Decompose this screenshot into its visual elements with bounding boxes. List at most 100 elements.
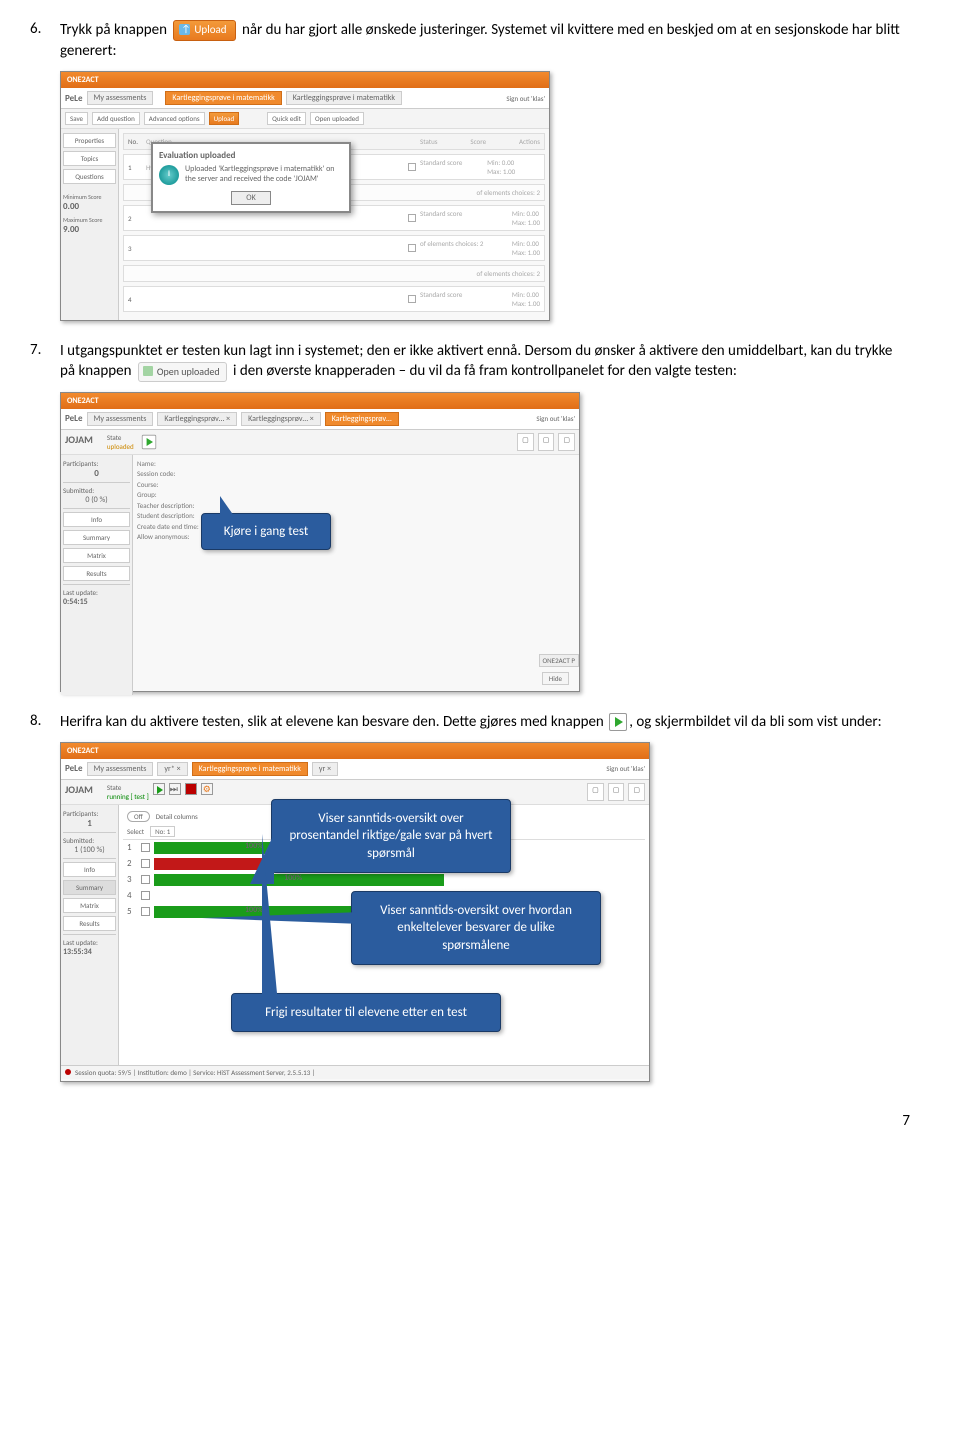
callout-start-test: Kjøre i gang test [201, 513, 331, 550]
plus-icon[interactable] [408, 163, 416, 171]
row-checkbox[interactable] [141, 891, 150, 900]
question-row[interactable]: 4 Standard score Min: 0.00Max: 1.00 [123, 286, 545, 312]
side-matrix[interactable]: Matrix [63, 548, 130, 563]
window-icon[interactable]: ▢ [517, 433, 534, 451]
side-results[interactable]: Results [63, 916, 116, 931]
next-icon[interactable]: ⏭ [169, 783, 181, 795]
step8-number: 8. [30, 712, 60, 732]
release-icon[interactable]: ⚙ [201, 783, 213, 795]
detail-row: Group: [137, 490, 575, 501]
nav-my-assessments[interactable]: My assessments [87, 91, 154, 105]
side-summary[interactable]: Summary [63, 880, 116, 895]
nav-my-assessments[interactable]: My assessments [87, 762, 154, 776]
minus-icon[interactable] [408, 214, 416, 222]
tab-1[interactable]: yr* × [157, 762, 187, 776]
brand-logo: ONE2ACT [67, 75, 99, 85]
last-update-value: 0:54:15 [63, 597, 130, 607]
side-properties[interactable]: Properties [63, 133, 116, 148]
row-checkbox[interactable] [141, 907, 150, 916]
dialog-title: Evaluation uploaded [159, 150, 343, 161]
signout-link[interactable]: Sign out 'klas' [536, 414, 575, 423]
nav-my-assessments[interactable]: My assessments [87, 412, 154, 426]
tab-3[interactable]: yr × [312, 762, 338, 776]
status-dot-icon [65, 1069, 71, 1075]
play-icon[interactable] [153, 783, 165, 795]
detail-row: Teacher description: [137, 501, 575, 512]
last-update-label: Last update: [63, 588, 130, 597]
side-info[interactable]: Info [63, 512, 130, 527]
window-icon[interactable]: ▢ [587, 783, 604, 801]
window-icon[interactable]: ▢ [538, 433, 555, 451]
tab-2[interactable]: Kartleggingsprøv… × [241, 412, 321, 426]
col-status: Status [420, 137, 438, 146]
row-checkbox[interactable] [141, 875, 150, 884]
plus-icon[interactable] [408, 295, 416, 303]
question-row[interactable]: 3 of elements choices: 2 Min: 0.00Max: 1… [123, 235, 545, 261]
stop-icon[interactable] [185, 783, 197, 795]
tab-1[interactable]: Kartleggingsprøv… × [157, 412, 237, 426]
detail-columns-label: Detail columns [156, 812, 198, 821]
corner-label: ONE2ACT P [539, 654, 580, 667]
detail-toggle[interactable]: Off [127, 811, 150, 822]
select-value[interactable]: No: 1 [150, 826, 175, 837]
detail-row: Session code: [137, 469, 575, 480]
signout-link[interactable]: Sign out 'klas' [606, 764, 645, 773]
app-name: PeLe [65, 413, 83, 424]
participants-label: Participants: [63, 809, 116, 818]
step7-text-2: i den øverste knapperaden – du vil da få… [233, 362, 737, 380]
play-button[interactable] [142, 434, 156, 448]
window-icon[interactable]: ▢ [558, 433, 575, 451]
dialog-ok-button[interactable]: OK [231, 191, 270, 205]
last-update-label: Last update: [63, 938, 116, 947]
upload-dialog: Evaluation uploaded i Uploaded 'Kartlegg… [151, 142, 351, 213]
screenshot-1: ONE2ACT PeLe My assessments Kartleggings… [60, 71, 550, 321]
min-score-label: Minimum Score [63, 193, 116, 201]
col-no: No. [128, 137, 142, 146]
info-icon: i [159, 165, 179, 185]
side-topics[interactable]: Topics [63, 151, 116, 166]
side-matrix[interactable]: Matrix [63, 898, 116, 913]
side-info[interactable]: Info [63, 862, 116, 877]
row-checkbox[interactable] [141, 859, 150, 868]
side-questions[interactable]: Questions [63, 169, 116, 184]
submitted-value: 0 (0 %) [63, 495, 130, 505]
max-score-value: 9.00 [63, 224, 116, 235]
tool-advanced[interactable]: Advanced options [144, 112, 205, 125]
submitted-value: 1 (100 %) [63, 845, 116, 855]
tool-save[interactable]: Save [65, 112, 88, 125]
tab-active[interactable]: Kartleggingsprøve i matematikk [165, 91, 281, 105]
participants-value: 1 [63, 818, 116, 829]
tab-2[interactable]: Kartleggingsprøve i matematikk [286, 91, 402, 105]
tab-active[interactable]: Kartleggingsprøv… [325, 412, 399, 426]
col-actions: Actions [519, 137, 540, 146]
open-uploaded-button-inline[interactable]: Open uploaded [138, 362, 227, 382]
hide-button[interactable]: Hide [542, 672, 569, 685]
step6-number: 6. [30, 20, 60, 61]
app-name: PeLe [65, 763, 83, 774]
side-results[interactable]: Results [63, 566, 130, 581]
signout-link[interactable]: Sign out 'klas' [506, 94, 545, 103]
plus-icon[interactable] [408, 244, 416, 252]
row-checkbox[interactable] [141, 843, 150, 852]
tab-active[interactable]: Kartleggingsprøve i matematikk [192, 762, 308, 776]
window-icon[interactable]: ▢ [628, 783, 645, 801]
tool-upload[interactable]: Upload [209, 112, 240, 125]
select-label: Select [127, 827, 144, 836]
detail-row: Name: [137, 459, 575, 470]
step7-number: 7. [30, 341, 60, 382]
tool-quick-edit[interactable]: Quick edit [267, 112, 306, 125]
screenshot-3: ONE2ACT PeLe My assessments yr* × Kartle… [60, 742, 650, 1082]
dialog-message: Uploaded 'Kartleggingsprøve i matematikk… [185, 165, 343, 184]
step8-text-1: Herifra kan du aktivere testen, slik at … [60, 713, 604, 731]
participants-label: Participants: [63, 459, 130, 468]
tool-open-uploaded[interactable]: Open uploaded [310, 112, 364, 125]
window-icon[interactable]: ▢ [608, 783, 625, 801]
session-code: JOJAM [65, 433, 93, 451]
submitted-label: Submitted: [63, 836, 116, 845]
tool-add-question[interactable]: Add question [92, 112, 140, 125]
play-button-inline[interactable] [609, 713, 627, 731]
side-summary[interactable]: Summary [63, 530, 130, 545]
result-row: 3 100% [123, 872, 645, 888]
upload-button-inline[interactable]: Upload [173, 20, 235, 41]
screenshot-2: ONE2ACT PeLe My assessments Kartleggings… [60, 392, 580, 692]
